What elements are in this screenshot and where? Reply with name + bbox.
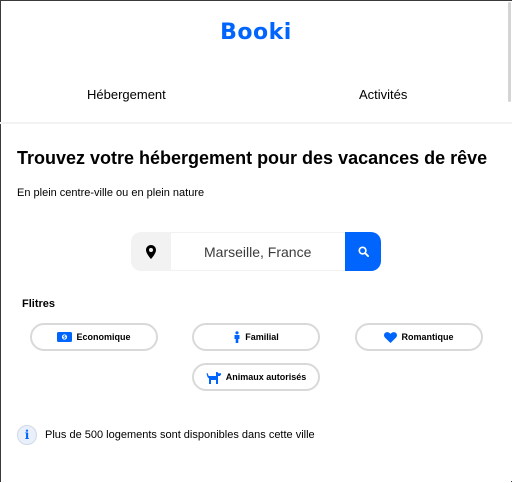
search-button[interactable]: [345, 232, 381, 271]
location-pin-icon: [131, 232, 171, 271]
search-input[interactable]: [171, 232, 345, 271]
nav-item-activites[interactable]: Activités: [359, 87, 407, 102]
filter-familial[interactable]: Familial: [192, 323, 320, 351]
info-icon: i: [17, 425, 37, 445]
filter-label: Economique: [76, 332, 131, 342]
search-icon: [357, 246, 369, 257]
svg-text:$: $: [63, 335, 66, 341]
page-title: Trouvez votre hébergement pour des vacan…: [17, 148, 488, 168]
person-icon: [234, 331, 240, 343]
nav-item-hebergement[interactable]: Hébergement: [87, 87, 166, 102]
filter-label: Romantique: [401, 332, 454, 342]
main-nav: Hébergement Activités: [0, 87, 512, 107]
page-subtitle: En plein centre-ville ou en plein nature: [17, 187, 205, 199]
money-icon: $: [57, 332, 73, 342]
site-logo[interactable]: Booki: [0, 20, 512, 45]
heart-icon: [384, 331, 398, 343]
filter-romantique[interactable]: Romantique: [355, 323, 483, 351]
filters-title: Flitres: [22, 298, 56, 310]
info-notice: i Plus de 500 logements sont disponibles…: [17, 425, 315, 445]
filter-label: Familial: [245, 332, 279, 342]
filter-economique[interactable]: $ Economique: [30, 323, 158, 351]
dog-icon: [206, 371, 221, 384]
filter-label: Animaux autorisés: [225, 372, 307, 382]
search-bar: [131, 232, 381, 271]
filter-animaux[interactable]: Animaux autorisés: [192, 363, 320, 391]
nav-divider: [0, 122, 512, 124]
info-text: Plus de 500 logements sont disponibles d…: [45, 429, 315, 441]
